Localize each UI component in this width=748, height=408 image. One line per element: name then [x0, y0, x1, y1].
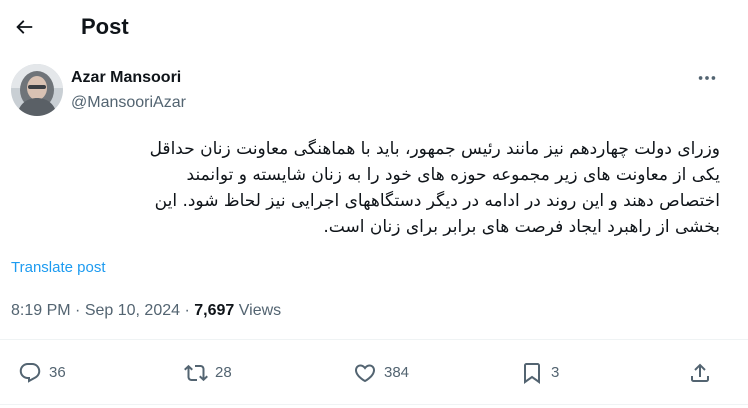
- repost-count: 28: [215, 364, 232, 381]
- avatar-photo-icon: [11, 64, 63, 116]
- translate-post-link[interactable]: Translate post: [11, 259, 106, 277]
- post-meta: 8:19 PM · Sep 10, 2024 · 7,697 Views: [11, 301, 281, 321]
- more-options-button[interactable]: [692, 66, 722, 90]
- divider: [0, 404, 748, 405]
- back-button[interactable]: [9, 12, 39, 42]
- heart-icon: [354, 364, 376, 383]
- post-date[interactable]: Sep 10, 2024: [85, 302, 180, 319]
- arrow-left-icon: [16, 20, 33, 34]
- like-button[interactable]: 384: [353, 360, 409, 386]
- author-handle[interactable]: @MansooriAzar: [71, 93, 186, 113]
- meta-separator: ·: [184, 302, 190, 319]
- post-text: وزرای دولت چهاردهم نیز مانند رئیس جمهور،…: [149, 139, 720, 237]
- bookmark-count: 3: [551, 364, 560, 381]
- bookmark-icon: [524, 363, 540, 384]
- divider: [0, 339, 748, 340]
- page-title: Post: [81, 14, 129, 39]
- page-header: Post: [0, 0, 748, 54]
- avatar[interactable]: [11, 64, 63, 116]
- views-count: 7,697: [194, 302, 235, 319]
- like-count: 384: [384, 364, 410, 381]
- bookmark-button[interactable]: 3: [520, 360, 559, 386]
- reply-count: 36: [49, 364, 66, 381]
- reply-button[interactable]: 36: [18, 360, 66, 386]
- share-button[interactable]: [688, 360, 712, 386]
- post-time[interactable]: 8:19 PM: [11, 302, 71, 319]
- meta-separator: ·: [75, 302, 81, 319]
- author-name[interactable]: Azar Mansoori: [71, 68, 181, 88]
- repost-button[interactable]: 28: [184, 360, 232, 386]
- more-dots-icon: [698, 76, 716, 80]
- reply-icon: [19, 363, 41, 383]
- repost-icon: [184, 364, 208, 382]
- share-icon: [691, 363, 709, 382]
- views-label: Views: [238, 302, 282, 319]
